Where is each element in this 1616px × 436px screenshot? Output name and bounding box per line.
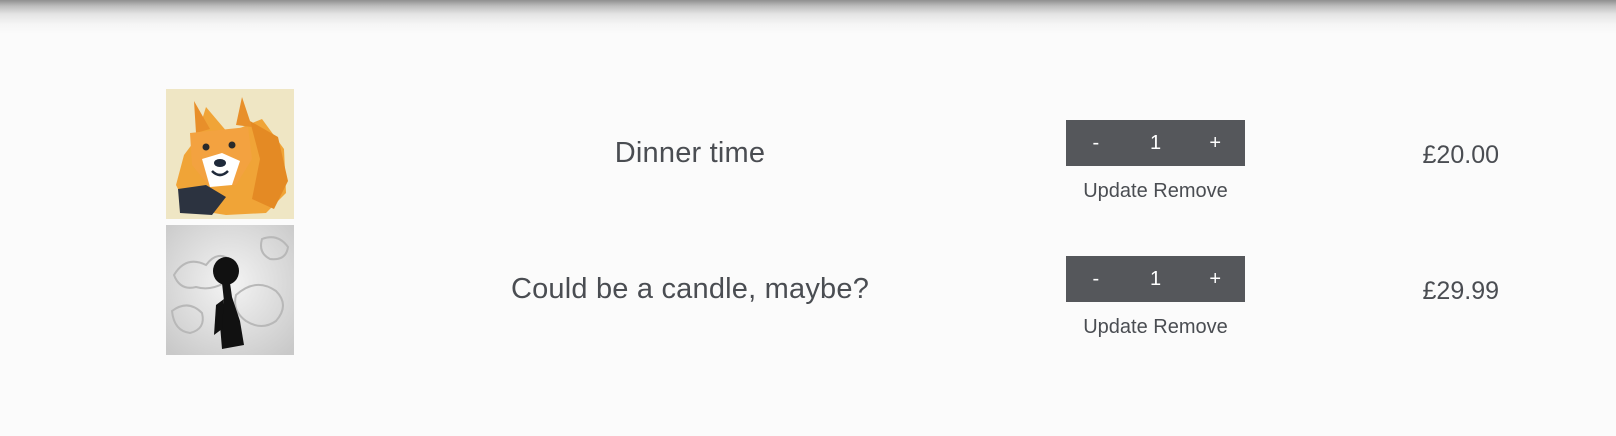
product-image[interactable] <box>166 225 294 355</box>
quantity-increment-button[interactable]: + <box>1185 120 1245 166</box>
product-title[interactable]: Dinner time <box>480 137 900 170</box>
item-actions: Update Remove <box>1066 180 1245 203</box>
product-title[interactable]: Could be a candle, maybe? <box>480 273 900 306</box>
update-link[interactable]: Update <box>1083 316 1148 338</box>
fox-illustration <box>166 89 294 219</box>
product-image[interactable] <box>166 89 294 219</box>
item-price: £29.99 <box>1422 277 1499 305</box>
quantity-stepper: - 1 + <box>1066 256 1245 302</box>
quantity-increment-button[interactable]: + <box>1185 256 1245 302</box>
cart-list: Dinner time - 1 + Update Remove £20.00 C… <box>0 0 1616 436</box>
quantity-input[interactable]: 1 <box>1126 256 1186 302</box>
cart-item: Could be a candle, maybe? - 1 + Update R… <box>0 225 1616 355</box>
quantity-stepper: - 1 + <box>1066 120 1245 166</box>
item-actions: Update Remove <box>1066 316 1245 339</box>
quantity-decrement-button[interactable]: - <box>1066 256 1126 302</box>
cart-item: Dinner time - 1 + Update Remove £20.00 <box>0 89 1616 219</box>
item-price: £20.00 <box>1422 141 1499 169</box>
remove-link[interactable]: Remove <box>1153 180 1227 202</box>
silhouette-illustration <box>166 225 294 355</box>
remove-link[interactable]: Remove <box>1153 316 1227 338</box>
update-link[interactable]: Update <box>1083 180 1148 202</box>
quantity-input[interactable]: 1 <box>1126 120 1186 166</box>
quantity-decrement-button[interactable]: - <box>1066 120 1126 166</box>
